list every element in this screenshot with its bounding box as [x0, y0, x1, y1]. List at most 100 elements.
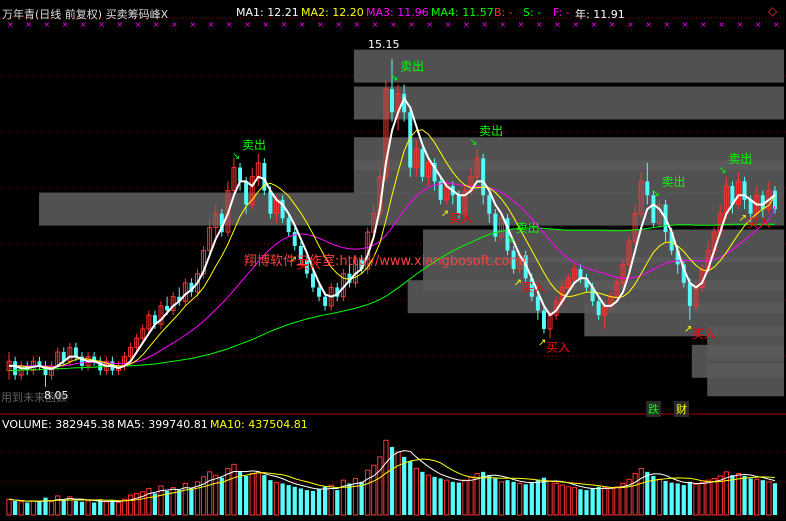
top-cross-marker: × [262, 20, 269, 29]
top-cross-marker: × [426, 20, 433, 29]
volume-bar [73, 500, 79, 515]
volume-bar [286, 485, 291, 515]
volume-bar [590, 488, 595, 515]
volume-bar [468, 476, 474, 516]
volume-bar [121, 498, 128, 516]
top-cross-marker: × [299, 20, 306, 29]
top-cross-marker: × [244, 20, 251, 29]
sell-signal-label: 卖出 [479, 124, 503, 138]
volume-bar [98, 500, 103, 515]
fall-badge[interactable]: 跌 [646, 401, 661, 417]
volume-bar [541, 477, 547, 515]
top-cross-marker: × [499, 20, 506, 29]
candle-body [760, 195, 765, 210]
top-cross-marker: × [372, 20, 379, 29]
volume-bar [200, 476, 207, 516]
top-cross-marker: × [281, 20, 288, 29]
candle-body [487, 195, 492, 214]
volume-layer [6, 439, 778, 516]
volume-bar [30, 500, 36, 516]
volume-bar [687, 481, 692, 515]
volume-bar [681, 485, 686, 515]
b-readout: B: - [494, 6, 513, 19]
volume-bar [663, 480, 668, 515]
volume-bar [669, 482, 674, 515]
volume-bar [711, 477, 717, 516]
top-cross-marker: × [536, 20, 543, 29]
volume-bar [127, 494, 134, 516]
sell-arrow-icon: ↘ [506, 234, 514, 245]
volume-bar [656, 478, 663, 516]
volume-bar [693, 483, 699, 516]
candle-body [13, 361, 18, 376]
volume-bar [255, 471, 261, 516]
volume-bar [225, 468, 231, 516]
volume-bar [55, 495, 61, 516]
top-cross-marker: × [335, 20, 342, 29]
candle-body [244, 181, 249, 205]
sell-signal-label: 卖出 [661, 175, 685, 189]
volume-bar [517, 482, 523, 516]
candle-body [73, 347, 78, 357]
volume-bar [408, 461, 413, 515]
volume-bar [365, 469, 371, 516]
volume-bar [280, 483, 285, 515]
volume-bar [134, 492, 140, 516]
top-cross-marker: × [736, 20, 743, 29]
volume-bar [273, 482, 280, 516]
volume-bar [565, 486, 571, 516]
volume-bar [323, 486, 328, 515]
candle-body [535, 296, 540, 311]
volume-bar [6, 498, 12, 516]
volume-bar [748, 478, 753, 515]
buy-signal-label: 买入 [449, 211, 473, 225]
high-price-label: 15.15 [368, 38, 400, 51]
volume-bar [219, 477, 224, 515]
volume-bar [115, 502, 122, 516]
top-cross-marker: × [718, 20, 725, 29]
volume-bar [92, 502, 97, 515]
top-cross-marker: × [354, 20, 361, 29]
watermark-text: 翔博软件工作室:http://www.xiangbosoft.com/ [244, 254, 527, 269]
top-cross-marker: × [700, 20, 707, 29]
volume-bar [651, 475, 656, 515]
volume-bar [340, 479, 346, 516]
volume-bar [456, 482, 461, 515]
vol-ma10-readout: MA10: 437504.81 [210, 418, 308, 431]
top-cross-marker: × [664, 20, 671, 29]
top-cross-marker: × [171, 20, 178, 29]
candle-body [311, 273, 315, 288]
volume-bar [523, 484, 528, 515]
buy-signal-label: 买入 [546, 341, 570, 355]
volume-bar [632, 473, 638, 516]
top-cross-marker: × [755, 20, 762, 29]
top-cross-marker: × [627, 20, 634, 29]
collapse-icon[interactable]: ◇ [768, 4, 777, 18]
sell-signal-label: 卖出 [242, 138, 266, 152]
top-cross-marker: × [518, 20, 525, 29]
candle-body [481, 158, 486, 196]
chip-peak-layer [39, 49, 785, 397]
sell-arrow-icon: ↘ [469, 137, 477, 148]
chart-stage: 卖出 ↘ 卖出 ↘ 卖出 ↘ 卖出 ↘ 卖出 ↘ 卖出 ↘ ↗ 买入 ↗ 买入 ↗ 买入 ↗ 买入 ↗ 买入 ↗ 买入 × × × ×… [0, 0, 786, 517]
volume-bar [675, 483, 680, 515]
top-cross-marker: × [481, 20, 488, 29]
volume-bar [596, 486, 601, 515]
sell-arrow-icon: ↘ [651, 188, 659, 199]
sell-signal-label: 卖出 [400, 60, 424, 74]
volume-bar [638, 468, 644, 516]
volume-bar [766, 481, 772, 516]
volume-bar [438, 478, 443, 515]
volume-bar [760, 480, 765, 515]
volume-bar [578, 489, 583, 515]
finance-badge[interactable]: 财 [674, 401, 689, 417]
volume-bar [553, 482, 559, 516]
volume-bar [189, 488, 194, 515]
volume-bar [450, 481, 455, 515]
volume-bar [213, 474, 219, 516]
volume-bar [85, 500, 91, 516]
volume-bar [413, 468, 419, 516]
volume-bar [432, 476, 437, 515]
volume-bar [37, 501, 42, 515]
volume-bar [18, 501, 24, 516]
